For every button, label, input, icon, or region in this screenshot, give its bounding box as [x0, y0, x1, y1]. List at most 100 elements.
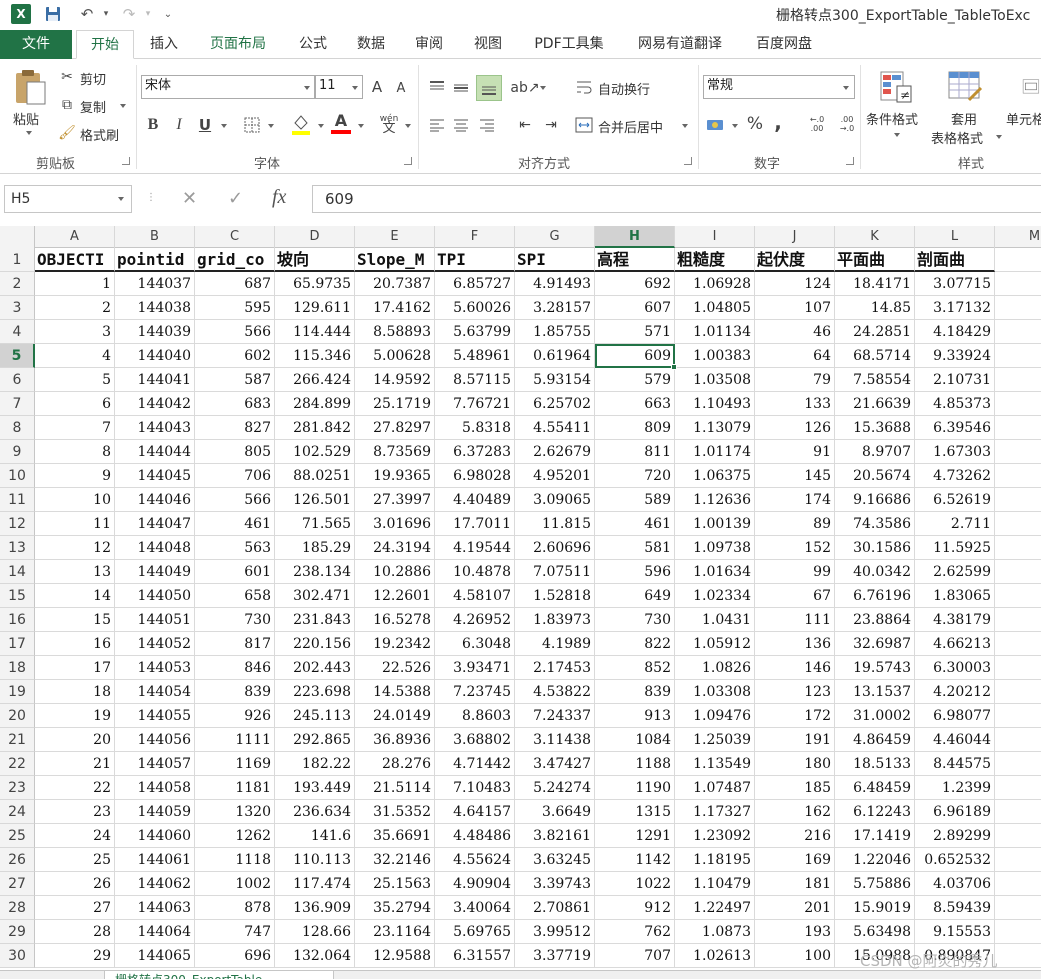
cell[interactable]: 1118	[195, 848, 275, 872]
cell[interactable]: 4.66213	[915, 632, 995, 656]
cell[interactable]: 1.18195	[675, 848, 755, 872]
cell[interactable]: 20	[35, 728, 115, 752]
cell[interactable]: 152	[755, 536, 835, 560]
cell[interactable]: 144048	[115, 536, 195, 560]
header-cell[interactable]: SPI	[515, 248, 595, 272]
cell[interactable]: 1022	[595, 872, 675, 896]
cell[interactable]: 602	[195, 344, 275, 368]
cell[interactable]: 3	[35, 320, 115, 344]
cell[interactable]: 566	[195, 488, 275, 512]
cell[interactable]: 8.58893	[355, 320, 435, 344]
row-header[interactable]: 7	[0, 392, 35, 416]
cell[interactable]: 2.62679	[515, 440, 595, 464]
tab-data[interactable]: 数据	[346, 30, 396, 59]
phonetic-guide-icon[interactable]: wén 文	[378, 113, 400, 135]
fill-handle[interactable]	[671, 364, 677, 370]
cell[interactable]: 1.22497	[675, 896, 755, 920]
column-header-e[interactable]: E	[355, 226, 435, 248]
cell[interactable]: 144061	[115, 848, 195, 872]
cell[interactable]: 144042	[115, 392, 195, 416]
underline-button[interactable]: U	[196, 115, 214, 135]
cell[interactable]: 22	[35, 776, 115, 800]
empty-cell[interactable]	[995, 248, 1041, 272]
cell[interactable]: 126.501	[275, 488, 355, 512]
column-header-i[interactable]: I	[675, 226, 755, 248]
cell[interactable]: 89	[755, 512, 835, 536]
cell[interactable]: 1.22046	[835, 848, 915, 872]
column-header-b[interactable]: B	[115, 226, 195, 248]
cell[interactable]: 17.1419	[835, 824, 915, 848]
cell[interactable]: 1002	[195, 872, 275, 896]
cell[interactable]: 17.7011	[435, 512, 515, 536]
format-as-table-dropdown-icon[interactable]	[996, 135, 1002, 139]
cell[interactable]: 609	[595, 344, 675, 368]
cell[interactable]: 6.31557	[435, 944, 515, 968]
cell[interactable]: 8.8603	[435, 704, 515, 728]
row-header[interactable]: 23	[0, 776, 35, 800]
cut-button[interactable]: 剪切	[80, 69, 106, 88]
merge-dropdown-icon[interactable]	[682, 124, 688, 128]
cancel-icon[interactable]: ✕	[182, 188, 197, 209]
cell[interactable]: 3.28157	[515, 296, 595, 320]
cell[interactable]: 11.815	[515, 512, 595, 536]
cell[interactable]: 144049	[115, 560, 195, 584]
cell[interactable]: 9	[35, 464, 115, 488]
cell[interactable]: 3.39743	[515, 872, 595, 896]
cell[interactable]: 811	[595, 440, 675, 464]
header-cell[interactable]: 剖面曲	[915, 248, 995, 272]
cell[interactable]: 12.9588	[355, 944, 435, 968]
align-bottom-icon[interactable]	[476, 75, 502, 101]
tab-baidu-netdisk[interactable]: 百度网盘	[744, 30, 824, 59]
cell[interactable]: 185.29	[275, 536, 355, 560]
cell[interactable]: 144054	[115, 680, 195, 704]
column-header-j[interactable]: J	[755, 226, 835, 248]
cell[interactable]: 27.3997	[355, 488, 435, 512]
cell[interactable]: 11.5925	[915, 536, 995, 560]
cell[interactable]: 1.83065	[915, 584, 995, 608]
cell[interactable]: 24.0149	[355, 704, 435, 728]
empty-cell[interactable]	[995, 464, 1041, 488]
cell[interactable]: 1.09738	[675, 536, 755, 560]
cell[interactable]: 1.02334	[675, 584, 755, 608]
cell[interactable]: 3.01696	[355, 512, 435, 536]
scissors-icon[interactable]: ✂	[58, 69, 76, 85]
cell[interactable]: 144040	[115, 344, 195, 368]
cell[interactable]: 1.17327	[675, 800, 755, 824]
cell[interactable]: 5.69765	[435, 920, 515, 944]
italic-button[interactable]: I	[170, 115, 188, 135]
cell[interactable]: 4.1989	[515, 632, 595, 656]
redo-dropdown-icon[interactable]: ▾	[142, 4, 154, 24]
cell[interactable]: 4	[35, 344, 115, 368]
cell[interactable]: 1169	[195, 752, 275, 776]
cell[interactable]: 762	[595, 920, 675, 944]
cell[interactable]: 31.5352	[355, 800, 435, 824]
column-header-d[interactable]: D	[275, 226, 355, 248]
cell[interactable]: 13	[35, 560, 115, 584]
cell[interactable]: 193	[755, 920, 835, 944]
row-header[interactable]: 30	[0, 944, 35, 968]
cell[interactable]: 193.449	[275, 776, 355, 800]
cell[interactable]: 14.5388	[355, 680, 435, 704]
cell[interactable]: 6.96189	[915, 800, 995, 824]
cell[interactable]: 174	[755, 488, 835, 512]
cell[interactable]: 6.25702	[515, 392, 595, 416]
cell[interactable]: 144044	[115, 440, 195, 464]
cell[interactable]: 216	[755, 824, 835, 848]
cell[interactable]: 601	[195, 560, 275, 584]
cell[interactable]: 144038	[115, 296, 195, 320]
cell[interactable]: 1084	[595, 728, 675, 752]
cell[interactable]: 912	[595, 896, 675, 920]
cell-styles-icon[interactable]	[1022, 69, 1041, 105]
cell[interactable]: 2.17453	[515, 656, 595, 680]
column-header-c[interactable]: C	[195, 226, 275, 248]
cell[interactable]: 730	[595, 608, 675, 632]
align-top-icon[interactable]	[426, 77, 448, 99]
cell[interactable]: 4.71442	[435, 752, 515, 776]
empty-cell[interactable]	[995, 608, 1041, 632]
number-format-dropdown-icon[interactable]	[843, 86, 849, 90]
cell[interactable]: 17.4162	[355, 296, 435, 320]
cell[interactable]: 4.58107	[435, 584, 515, 608]
cell[interactable]: 461	[595, 512, 675, 536]
cell[interactable]: 1.06375	[675, 464, 755, 488]
cell[interactable]: 115.346	[275, 344, 355, 368]
